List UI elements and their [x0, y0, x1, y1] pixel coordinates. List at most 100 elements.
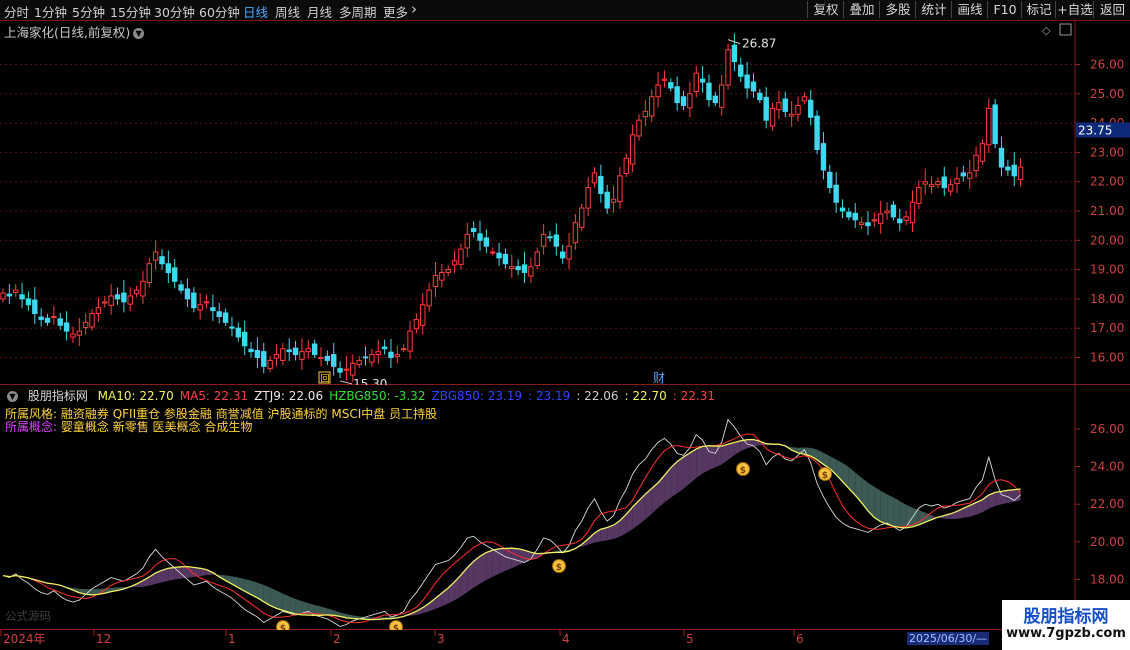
chevron-right-icon[interactable]: › [411, 0, 417, 18]
candle [292, 347, 299, 356]
toolbar-button-4[interactable]: 画线 [951, 1, 988, 18]
candle [451, 260, 458, 266]
formula-source-label[interactable]: 公式源码 [5, 608, 51, 624]
candle [388, 351, 394, 359]
candle [528, 266, 534, 277]
candle [814, 115, 820, 150]
band-segment [282, 593, 290, 613]
candle [808, 99, 814, 118]
price-chart[interactable]: 26.0025.0024.0023.0022.0021.0020.0019.00… [0, 20, 1130, 385]
band-segment [511, 548, 519, 569]
candle [496, 252, 502, 259]
candle [95, 307, 102, 315]
tab-timeframe-1[interactable]: 1分钟 [34, 2, 67, 21]
candle [865, 222, 871, 227]
tab-timeframe-7[interactable]: 周线 [275, 2, 300, 21]
diamond-icon: ◇ [1042, 24, 1051, 37]
band-segment [276, 590, 283, 611]
band-segment [715, 446, 722, 468]
band-segment [683, 452, 690, 489]
candle [356, 359, 362, 366]
tab-timeframe-3[interactable]: 15分钟 [110, 2, 151, 21]
toolbar-button-6[interactable]: 标记 [1021, 1, 1056, 18]
candle [152, 251, 159, 261]
tab-timeframe-2[interactable]: 5分钟 [72, 2, 105, 21]
candle [25, 298, 32, 306]
candle [426, 289, 432, 307]
indicator-axis-label: 26.00 [1090, 422, 1124, 436]
band-segment [187, 566, 194, 578]
candle [318, 357, 324, 359]
candle [795, 105, 801, 115]
candle [642, 110, 649, 118]
toolbar-button-3[interactable]: 统计 [915, 1, 952, 18]
tab-timeframe-4[interactable]: 30分钟 [154, 2, 195, 21]
band-segment [721, 444, 729, 465]
candle [750, 81, 757, 92]
toolbar-button-2[interactable]: 多股 [879, 1, 916, 18]
candle [801, 96, 808, 102]
date-label: 5 [686, 632, 694, 646]
candle [76, 330, 83, 336]
toolbar-button-0[interactable]: 复权 [807, 1, 844, 18]
tab-timeframe-8[interactable]: 月线 [307, 2, 332, 21]
band-segment [632, 500, 639, 530]
tab-timeframe-10[interactable]: 更多 [383, 2, 408, 21]
candle [502, 253, 509, 265]
price-axis-label: 16.00 [1090, 351, 1124, 365]
candle [178, 284, 184, 291]
window-icon [1059, 23, 1072, 36]
candle [699, 78, 706, 83]
candle [108, 295, 114, 306]
candle [63, 322, 70, 332]
candle [362, 356, 369, 359]
price-axis-label: 20.00 [1090, 233, 1124, 247]
candle [32, 299, 38, 315]
indicator-axis-label: 20.00 [1090, 535, 1124, 549]
tab-timeframe-6[interactable]: 日线 [243, 2, 268, 21]
band-segment [887, 494, 894, 527]
tab-timeframe-5[interactable]: 60分钟 [199, 2, 240, 21]
candle [852, 212, 858, 221]
candle [38, 316, 44, 320]
candle [439, 272, 445, 281]
candle [540, 233, 547, 247]
candle [420, 304, 426, 326]
price-axis-label: 25.00 [1090, 87, 1124, 101]
legend-item-1: MA5: 22.31 [179, 389, 249, 403]
band-segment [899, 501, 907, 528]
tab-timeframe-9[interactable]: 多周期 [339, 2, 377, 21]
toolbar-button-1[interactable]: 叠加 [843, 1, 880, 18]
chevron-down-icon[interactable]: ▼ [7, 391, 18, 402]
band-segment [289, 596, 296, 614]
legend-item-6: : 22.06 [576, 389, 619, 403]
candle [579, 207, 585, 228]
band-segment [734, 440, 741, 456]
candle [6, 293, 13, 297]
candle [483, 237, 490, 247]
toolbar-button-5[interactable]: F10 [987, 1, 1022, 18]
candle [973, 154, 979, 172]
candle [324, 355, 331, 361]
candle [280, 348, 286, 361]
indicator-axis-label: 18.00 [1090, 572, 1124, 586]
date-label: 6 [796, 632, 804, 646]
candle [884, 210, 890, 214]
candle [960, 172, 967, 177]
candle [839, 207, 846, 212]
candle [197, 304, 203, 311]
candle [172, 267, 178, 282]
candle [375, 351, 381, 356]
band-segment [664, 467, 671, 503]
band-segment [880, 490, 888, 525]
candle [928, 184, 935, 187]
toolbar-button-7[interactable]: +自选 [1055, 1, 1094, 18]
band-segment [295, 599, 302, 615]
candle [788, 113, 795, 117]
tab-timeframe-0[interactable]: 分时 [4, 2, 29, 21]
candle [133, 289, 140, 295]
toolbar-button-8[interactable]: 返回 [1093, 1, 1130, 18]
money-bag-glyph: $ [556, 563, 562, 573]
toolbar: 分时 1分钟 5分钟 15分钟 30分钟 60分钟 日线 周线 月线 多周期 更多 › 复权 叠加 多股 统计… [0, 0, 1130, 21]
band-segment [492, 548, 500, 577]
